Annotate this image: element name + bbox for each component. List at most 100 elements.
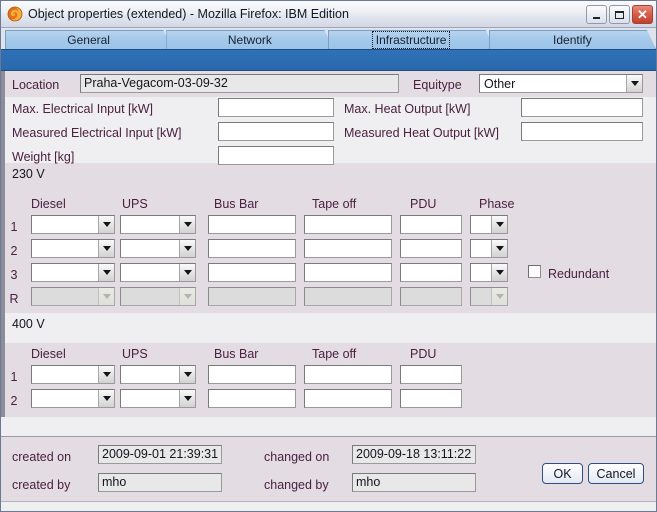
- close-icon: ✕: [637, 6, 648, 22]
- tab-network[interactable]: Network: [166, 30, 333, 49]
- col-400-diesel: Diesel: [31, 347, 66, 361]
- row-230-3-ups[interactable]: [120, 263, 196, 282]
- row-230-1-busbar[interactable]: [208, 215, 296, 234]
- col-230-diesel: Diesel: [31, 197, 66, 211]
- row-400-1-tapeoff[interactable]: [304, 365, 392, 384]
- measured-heat-output-field[interactable]: [521, 122, 643, 141]
- minimize-button[interactable]: [586, 4, 607, 24]
- measured-electrical-input-label: Measured Electrical Input [kW]: [12, 126, 182, 140]
- tab-infrastructure-label: Infrastructure: [375, 33, 447, 47]
- row-230-1-phase[interactable]: [470, 215, 508, 234]
- col-400-tapeoff: Tape off: [312, 347, 357, 361]
- changed-on-field: 2009-09-18 13:11:22: [352, 445, 476, 464]
- tab-strip: General Network Infrastructure Identify: [1, 28, 656, 49]
- row-400-1-diesel[interactable]: [31, 365, 115, 384]
- created-by-label: created by: [12, 478, 71, 492]
- chevron-down-icon: [491, 288, 507, 305]
- row-400-2-pdu[interactable]: [400, 389, 462, 408]
- row-230-3-diesel[interactable]: [31, 263, 115, 282]
- chevron-down-icon: [98, 288, 114, 305]
- row-230-R-pdu: [400, 287, 462, 306]
- rail-left: [1, 71, 5, 417]
- row-400-1-index: 1: [10, 370, 18, 384]
- row-230-1-diesel[interactable]: [31, 215, 115, 234]
- row-230-1-index: 1: [10, 220, 18, 234]
- chevron-down-icon: [626, 75, 642, 92]
- col-230-ups: UPS: [122, 197, 148, 211]
- location-field[interactable]: Praha-Vegacom-03-09-32: [80, 74, 399, 93]
- col-400-pdu: PDU: [410, 347, 437, 361]
- row-230-R-phase: [470, 287, 508, 306]
- row-230-2-pdu[interactable]: [400, 239, 462, 258]
- chevron-down-icon: [179, 216, 195, 233]
- col-400-ups: UPS: [122, 347, 148, 361]
- row-230-3-tapeoff[interactable]: [304, 263, 392, 282]
- row-230-2-diesel[interactable]: [31, 239, 115, 258]
- cancel-button[interactable]: Cancel: [588, 463, 644, 484]
- row-400-1-pdu[interactable]: [400, 365, 462, 384]
- tab-general-label: General: [67, 33, 110, 47]
- row-230-3-busbar[interactable]: [208, 263, 296, 282]
- ok-button[interactable]: OK: [542, 463, 583, 484]
- chevron-down-icon: [179, 264, 195, 281]
- equitype-value: Other: [484, 76, 516, 91]
- chevron-down-icon: [98, 366, 114, 383]
- col-230-tapeoff: Tape off: [312, 197, 357, 211]
- max-heat-output-label: Max. Heat Output [kW]: [344, 102, 471, 116]
- max-electrical-input-field[interactable]: [218, 98, 334, 117]
- row-400-1-busbar[interactable]: [208, 365, 296, 384]
- band-400-head: [1, 313, 656, 343]
- footer-divider: [1, 501, 656, 511]
- row-230-2-ups[interactable]: [120, 239, 196, 258]
- measured-electrical-input-field[interactable]: [218, 122, 334, 141]
- tab-identify[interactable]: Identify: [489, 30, 656, 49]
- location-label: Location: [12, 78, 60, 92]
- chevron-down-icon: [98, 390, 114, 407]
- row-230-3-phase[interactable]: [470, 263, 508, 282]
- row-400-2-diesel[interactable]: [31, 389, 115, 408]
- tab-identify-label: Identify: [553, 33, 592, 47]
- created-on-label: created on: [12, 450, 72, 464]
- row-230-R-diesel: [31, 287, 115, 306]
- max-heat-output-field[interactable]: [521, 98, 643, 117]
- row-400-1-ups[interactable]: [120, 365, 196, 384]
- chevron-down-icon: [491, 240, 507, 257]
- tab-general[interactable]: General: [5, 30, 172, 49]
- footer-bar: created on 2009-09-01 21:39:31 changed o…: [1, 436, 656, 511]
- tab-infrastructure[interactable]: Infrastructure: [328, 30, 495, 49]
- redundant-label: Redundant: [548, 267, 610, 281]
- created-on-field: 2009-09-01 21:39:31: [98, 445, 222, 464]
- chevron-down-icon: [98, 240, 114, 257]
- chevron-down-icon: [179, 390, 195, 407]
- maximize-button[interactable]: [609, 4, 630, 24]
- tab-header-band: [1, 49, 656, 71]
- created-by-field: mho: [98, 473, 222, 492]
- row-230-1-pdu[interactable]: [400, 215, 462, 234]
- dialog-window: Object properties (extended) - Mozilla F…: [0, 0, 657, 512]
- row-230-1-ups[interactable]: [120, 215, 196, 234]
- equitype-select[interactable]: Other: [479, 74, 643, 93]
- row-230-1-tapeoff[interactable]: [304, 215, 392, 234]
- equitype-label: Equitype: [413, 78, 462, 92]
- row-230-3-index: 3: [10, 268, 18, 282]
- chevron-down-icon: [179, 240, 195, 257]
- row-400-2-ups[interactable]: [120, 389, 196, 408]
- row-230-2-busbar[interactable]: [208, 239, 296, 258]
- row-230-3-pdu[interactable]: [400, 263, 462, 282]
- row-230-2-tapeoff[interactable]: [304, 239, 392, 258]
- weight-label: Weight [kg]: [12, 150, 75, 164]
- redundant-checkbox[interactable]: [528, 265, 541, 278]
- firefox-icon: [7, 6, 23, 22]
- row-400-2-tapeoff[interactable]: [304, 389, 392, 408]
- tab-network-label: Network: [227, 33, 272, 47]
- close-button[interactable]: ✕: [632, 4, 653, 24]
- row-230-R-busbar: [208, 287, 296, 306]
- row-230-2-phase[interactable]: [470, 239, 508, 258]
- section-230-title: 230 V: [12, 167, 45, 181]
- changed-by-label: changed by: [264, 478, 329, 492]
- row-400-2-busbar[interactable]: [208, 389, 296, 408]
- weight-field[interactable]: [218, 146, 334, 165]
- col-230-busbar: Bus Bar: [214, 197, 259, 211]
- chevron-down-icon: [98, 264, 114, 281]
- col-230-pdu: PDU: [410, 197, 437, 211]
